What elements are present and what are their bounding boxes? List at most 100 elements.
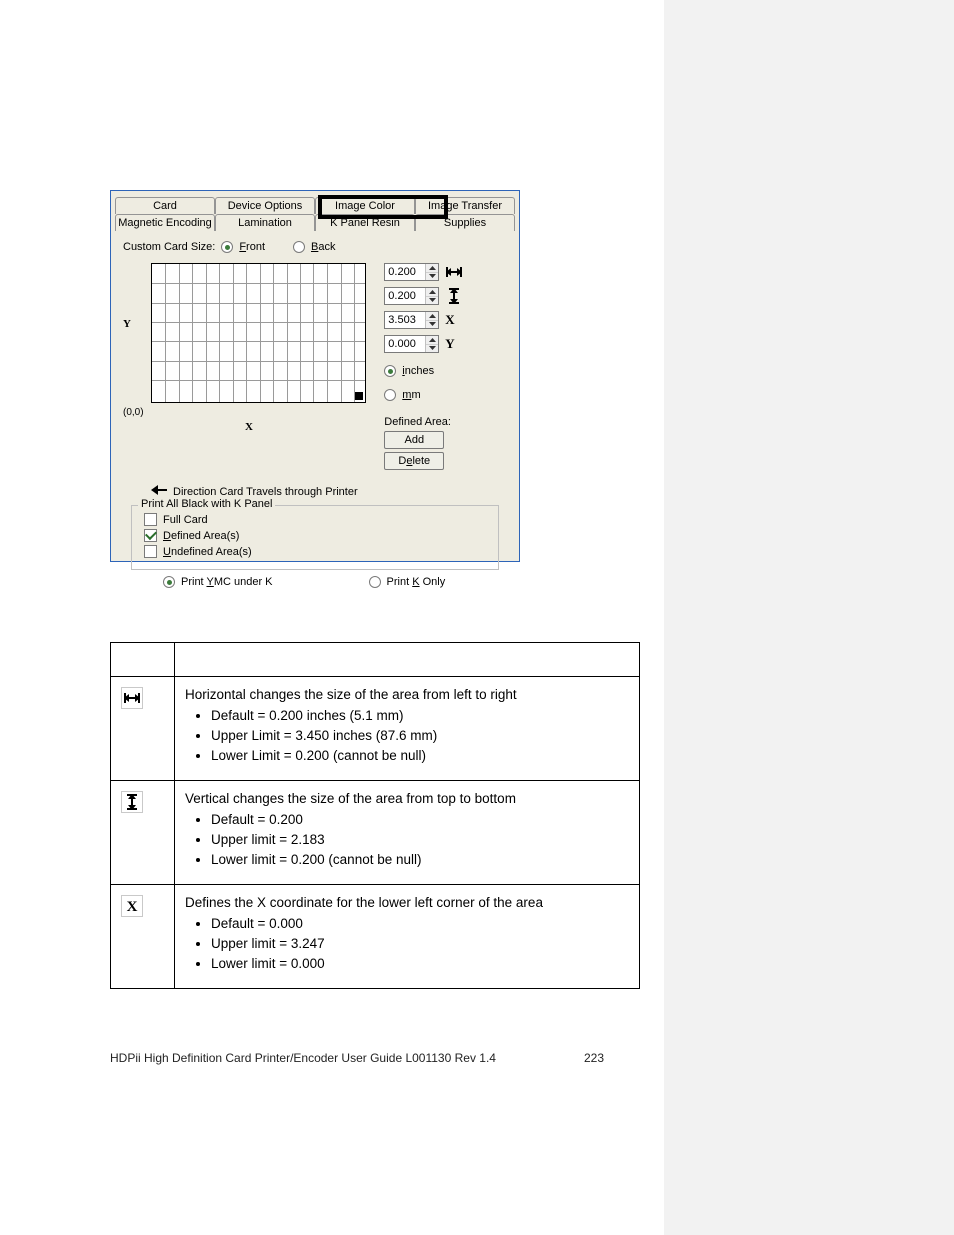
table-row: Horizontal changes the size of the area … bbox=[111, 677, 640, 781]
param-icon-cell: X bbox=[111, 885, 175, 989]
param-icon-cell bbox=[111, 781, 175, 885]
radio-back-label: Back bbox=[311, 241, 335, 253]
width-input[interactable] bbox=[385, 264, 425, 280]
param-bullet: Upper limit = 2.183 bbox=[211, 832, 629, 847]
height-down[interactable] bbox=[426, 297, 438, 305]
header-icon-cell bbox=[111, 643, 175, 677]
radio-mm-label: mm bbox=[402, 389, 420, 401]
param-bullet: Upper Limit = 3.450 inches (87.6 mm) bbox=[211, 728, 629, 743]
param-bullet: Lower Limit = 0.200 (cannot be null) bbox=[211, 748, 629, 763]
param-icon-cell bbox=[111, 677, 175, 781]
y-up[interactable] bbox=[426, 336, 438, 345]
y-axis-label: Y bbox=[123, 318, 131, 330]
origin-label: (0,0) bbox=[123, 407, 144, 418]
radio-mm[interactable] bbox=[384, 389, 396, 401]
x-letter: X bbox=[445, 312, 454, 328]
tab-row-1: Card Device Options Image Color Image Tr… bbox=[111, 191, 519, 231]
chk-undefined-areas[interactable] bbox=[144, 545, 157, 558]
param-bullet: Lower limit = 0.200 (cannot be null) bbox=[211, 852, 629, 867]
width-icon bbox=[445, 263, 463, 281]
height-input[interactable] bbox=[385, 288, 425, 304]
y-down[interactable] bbox=[426, 345, 438, 353]
radio-print-k-only-label: Print K Only bbox=[387, 576, 446, 588]
defined-area-label: Defined Area: bbox=[384, 416, 507, 428]
width-icon bbox=[121, 687, 143, 709]
direction-label: Direction Card Travels through Printer bbox=[173, 486, 358, 498]
param-bullet: Upper limit = 3.247 bbox=[211, 936, 629, 951]
radio-front[interactable] bbox=[221, 241, 233, 253]
param-bullet: Lower limit = 0.000 bbox=[211, 956, 629, 971]
height-up[interactable] bbox=[426, 288, 438, 297]
param-desc-cell: Horizontal changes the size of the area … bbox=[175, 677, 640, 781]
y-letter: Y bbox=[445, 336, 454, 352]
x-up[interactable] bbox=[426, 312, 438, 321]
param-lead: Defines the X coordinate for the lower l… bbox=[185, 895, 629, 910]
width-spinner[interactable] bbox=[384, 263, 439, 281]
spinner-column: X Y inches bbox=[384, 263, 507, 470]
radio-print-ymc[interactable] bbox=[163, 576, 175, 588]
param-bullet: Default = 0.200 bbox=[211, 812, 629, 827]
delete-button[interactable]: Delete bbox=[384, 452, 444, 470]
table-row: X Defines the X coordinate for the lower … bbox=[111, 885, 640, 989]
arrow-left-icon bbox=[151, 484, 167, 499]
radio-inches[interactable] bbox=[384, 365, 396, 377]
footer-page-number: 223 bbox=[584, 1051, 604, 1065]
param-lead: Horizontal changes the size of the area … bbox=[185, 687, 629, 702]
param-bullets: Default = 0.200 inches (5.1 mm) Upper Lim… bbox=[185, 708, 629, 763]
print-black-fieldset: Print All Black with K Panel Full Card D… bbox=[131, 505, 499, 570]
param-lead: Vertical changes the size of the area fr… bbox=[185, 791, 629, 806]
chk-full-card[interactable] bbox=[144, 513, 157, 526]
page-footer: HDPii High Definition Card Printer/Encod… bbox=[110, 1051, 604, 1065]
chk-defined-areas[interactable] bbox=[144, 529, 157, 542]
y-input[interactable] bbox=[385, 336, 425, 352]
radio-back[interactable] bbox=[293, 241, 305, 253]
x-spinner[interactable] bbox=[384, 311, 439, 329]
parameter-table: Horizontal changes the size of the area … bbox=[110, 642, 640, 989]
card-grid-area: Y (0,0) X bbox=[123, 263, 372, 428]
printer-dialog: Card Device Options Image Color Image Tr… bbox=[110, 190, 520, 562]
radio-print-ymc-label: Print YMC under K bbox=[181, 576, 273, 588]
x-icon: X bbox=[121, 895, 143, 917]
x-down[interactable] bbox=[426, 321, 438, 329]
param-desc-cell: Defines the X coordinate for the lower l… bbox=[175, 885, 640, 989]
tab-image-transfer[interactable]: Image Transfer bbox=[415, 197, 515, 214]
y-spinner[interactable] bbox=[384, 335, 439, 353]
chk-undefined-areas-label: Undefined Area(s) bbox=[163, 546, 252, 558]
tab-device-options[interactable]: Device Options bbox=[215, 197, 315, 214]
x-input[interactable] bbox=[385, 312, 425, 328]
add-button[interactable]: Add bbox=[384, 431, 444, 449]
radio-inches-label: inches bbox=[402, 365, 434, 377]
height-icon bbox=[445, 287, 463, 305]
param-desc-cell: Vertical changes the size of the area fr… bbox=[175, 781, 640, 885]
x-axis-label: X bbox=[245, 421, 253, 433]
radio-front-label: Front bbox=[239, 241, 265, 253]
custom-card-size-label: Custom Card Size: bbox=[123, 241, 215, 253]
tab-magnetic-encoding[interactable]: Magnetic Encoding bbox=[115, 214, 215, 231]
width-up[interactable] bbox=[426, 264, 438, 273]
tab-supplies[interactable]: Supplies bbox=[415, 214, 515, 231]
footer-left: HDPii High Definition Card Printer/Encod… bbox=[110, 1051, 496, 1065]
param-bullet: Default = 0.200 inches (5.1 mm) bbox=[211, 708, 629, 723]
fieldset-legend: Print All Black with K Panel bbox=[138, 498, 275, 510]
k-panel-resin-panel: Custom Card Size: Front Back Y (0,0) bbox=[111, 231, 519, 594]
defined-area-marker bbox=[355, 392, 363, 400]
param-bullet: Default = 0.000 bbox=[211, 916, 629, 931]
param-bullets: Default = 0.200 Upper limit = 2.183 Lower … bbox=[185, 812, 629, 867]
svg-text:X: X bbox=[127, 899, 138, 914]
width-down[interactable] bbox=[426, 273, 438, 281]
tab-card[interactable]: Card bbox=[115, 197, 215, 214]
header-desc-cell bbox=[175, 643, 640, 677]
card-grid[interactable] bbox=[151, 263, 366, 403]
document-page: Card Device Options Image Color Image Tr… bbox=[0, 0, 664, 1235]
height-spinner[interactable] bbox=[384, 287, 439, 305]
chk-full-card-label: Full Card bbox=[163, 514, 208, 526]
param-bullets: Default = 0.000 Upper limit = 3.247 Lower … bbox=[185, 916, 629, 971]
tab-lamination[interactable]: Lamination bbox=[215, 214, 315, 231]
chk-defined-areas-label: Defined Area(s) bbox=[163, 530, 239, 542]
right-sidebar bbox=[664, 0, 954, 1235]
radio-print-k-only[interactable] bbox=[369, 576, 381, 588]
height-icon bbox=[121, 791, 143, 813]
tab-k-panel-resin[interactable]: K Panel Resin bbox=[315, 214, 415, 231]
table-row: Vertical changes the size of the area fr… bbox=[111, 781, 640, 885]
tab-image-color[interactable]: Image Color bbox=[315, 197, 415, 214]
